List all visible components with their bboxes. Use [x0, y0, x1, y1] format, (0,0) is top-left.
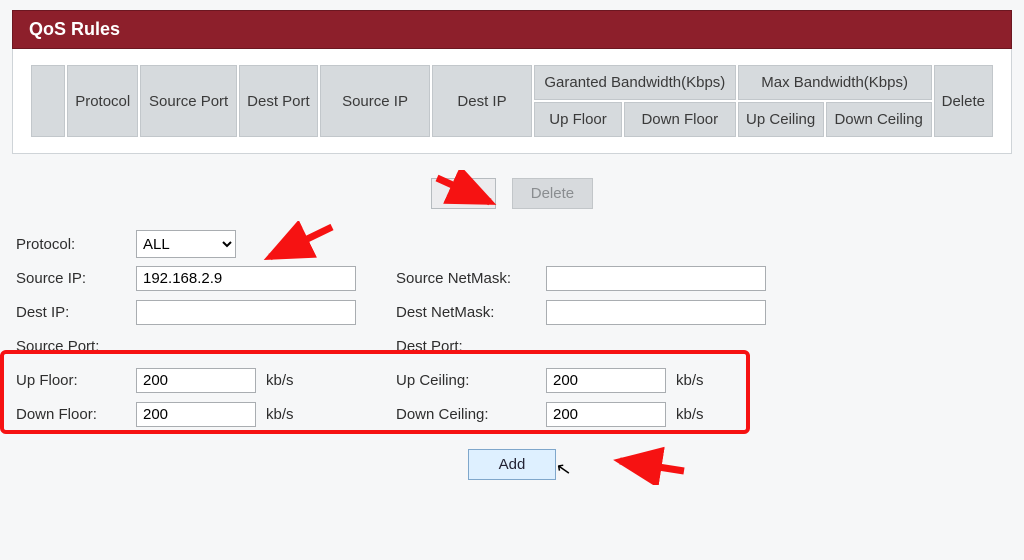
action-row: Add Delete [12, 178, 1012, 209]
dest-netmask-input[interactable] [546, 300, 766, 325]
col-protocol: Protocol [67, 65, 138, 137]
unit-label: kb/s [676, 372, 704, 389]
panel-title: QoS Rules [12, 10, 1012, 49]
rules-table-panel: Protocol Source Port Dest Port Source IP… [12, 49, 1012, 154]
delete-button[interactable]: Delete [512, 178, 593, 209]
dest-ip-input[interactable] [136, 300, 356, 325]
down-ceiling-label: Down Ceiling: [396, 406, 546, 423]
arrow-annotation-icon [612, 445, 692, 485]
dest-netmask-label: Dest NetMask: [396, 304, 546, 321]
col-down-floor: Down Floor [624, 102, 736, 137]
dest-port-label: Dest Port: [396, 338, 546, 355]
col-source-ip: Source IP [320, 65, 430, 137]
down-floor-label: Down Floor: [16, 406, 136, 423]
source-ip-label: Source IP: [16, 270, 136, 287]
source-netmask-input[interactable] [546, 266, 766, 291]
down-floor-input[interactable] [136, 402, 256, 427]
submit-row: Add ↖ [12, 449, 1012, 480]
up-floor-input[interactable] [136, 368, 256, 393]
add-submit-button[interactable]: Add [468, 449, 557, 480]
source-port-label: Source Port: [16, 338, 136, 355]
protocol-label: Protocol: [16, 236, 136, 253]
col-dest-port: Dest Port [239, 65, 318, 137]
col-down-ceiling: Down Ceiling [826, 102, 932, 137]
up-floor-label: Up Floor: [16, 372, 136, 389]
col-select [31, 65, 65, 137]
col-dest-ip: Dest IP [432, 65, 532, 137]
form-area: Protocol: ALL Source IP: Source NetMask: [12, 227, 1012, 431]
down-ceiling-input[interactable] [546, 402, 666, 427]
unit-label: kb/s [266, 372, 294, 389]
page: QoS Rules Protocol Source Port Dest Port… [0, 0, 1024, 560]
col-max: Max Bandwidth(Kbps) [738, 65, 932, 100]
col-up-floor: Up Floor [534, 102, 622, 137]
source-netmask-label: Source NetMask: [396, 270, 546, 287]
unit-label: kb/s [266, 406, 294, 423]
col-garanted: Garanted Bandwidth(Kbps) [534, 65, 736, 100]
cursor-icon: ↖ [554, 458, 573, 481]
up-ceiling-label: Up Ceiling: [396, 372, 546, 389]
dest-ip-label: Dest IP: [16, 304, 136, 321]
col-delete: Delete [934, 65, 993, 137]
up-ceiling-input[interactable] [546, 368, 666, 393]
source-ip-input[interactable] [136, 266, 356, 291]
col-up-ceiling: Up Ceiling [738, 102, 824, 137]
rules-table: Protocol Source Port Dest Port Source IP… [29, 63, 995, 139]
unit-label: kb/s [676, 406, 704, 423]
add-button[interactable]: Add [431, 178, 496, 209]
col-source-port: Source Port [140, 65, 236, 137]
protocol-select[interactable]: ALL [136, 230, 236, 258]
